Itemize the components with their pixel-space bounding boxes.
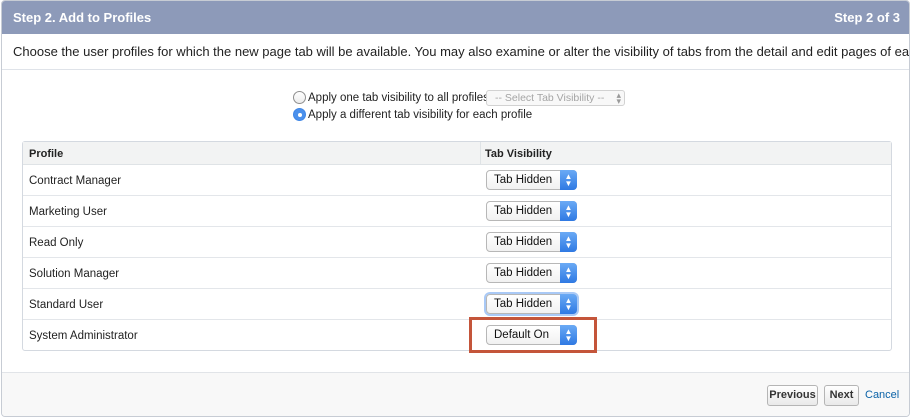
table-row: Marketing User Tab Hidden ▲ ▼ [23,196,891,227]
table-row: System Administrator Default On ▲ ▼ [23,320,891,351]
up-down-chevron-icon: ▲ ▼ [560,263,577,283]
tab-visibility-select[interactable]: Tab Hidden ▲ ▼ [486,170,577,190]
apply-one-radio[interactable] [293,91,306,104]
select-value: Tab Hidden [494,205,553,217]
tab-visibility-select[interactable]: Tab Hidden ▲ ▼ [486,263,577,283]
tab-visibility-select[interactable]: Tab Hidden ▲ ▼ [486,232,577,252]
up-down-chevron-icon: ▲ ▼ [560,232,577,252]
highlight-annotation [469,317,597,353]
apply-each-visibility-option[interactable]: Apply a different tab visibility for eac… [293,108,532,121]
apply-one-visibility-option[interactable]: Apply one tab visibility to all profiles [293,91,489,104]
step-counter: Step 2 of 3 [834,10,900,25]
select-value: Tab Hidden [494,236,553,248]
up-down-chevron-icon: ▲ ▼ [560,201,577,221]
profile-name: System Administrator [29,330,138,342]
next-button[interactable]: Next [824,385,859,406]
table-row: Solution Manager Tab Hidden ▲ ▼ [23,258,891,289]
column-divider [480,142,481,165]
select-value: Tab Hidden [494,267,553,279]
apply-one-label: Apply one tab visibility to all profiles [308,91,489,104]
tab-visibility-select[interactable]: Tab Hidden ▲ ▼ [486,294,577,314]
apply-each-label: Apply a different tab visibility for eac… [308,108,533,121]
profile-name: Contract Manager [29,175,122,187]
apply-each-radio[interactable] [293,108,306,121]
all-profiles-visibility-select[interactable]: -- Select Tab Visibility -- ▴ ▾ [486,90,625,106]
profile-name: Solution Manager [29,268,120,280]
profiles-table: Profile Tab Visibility Contract Manager … [22,141,892,351]
select-value: Tab Hidden [494,174,553,186]
tab-visibility-column-header: Tab Visibility [485,148,552,160]
up-down-chevron-icon: ▲ ▼ [560,170,577,190]
wizard-footer: Previous Next Cancel [2,372,909,416]
divider [2,69,909,70]
profile-name: Marketing User [29,206,107,218]
profile-column-header: Profile [29,148,64,160]
up-down-chevron-icon: ▴ ▾ [616,90,621,106]
table-row: Contract Manager Tab Hidden ▲ ▼ [23,165,891,196]
profile-name: Read Only [29,237,84,249]
profile-name: Standard User [29,299,104,311]
instructions-text: Choose the user profiles for which the n… [13,44,910,59]
previous-button[interactable]: Previous [767,385,818,406]
up-down-chevron-icon: ▲ ▼ [560,294,577,314]
table-row: Read Only Tab Hidden ▲ ▼ [23,227,891,258]
add-to-profiles-panel: Step 2. Add to Profiles Step 2 of 3 Choo… [1,0,910,417]
step-title: Step 2. Add to Profiles [13,10,152,25]
select-placeholder: -- Select Tab Visibility -- [495,92,605,104]
tab-visibility-select[interactable]: Tab Hidden ▲ ▼ [486,201,577,221]
table-row: Standard User Tab Hidden ▲ ▼ [23,289,891,320]
select-value: Tab Hidden [494,298,553,310]
step-header: Step 2. Add to Profiles Step 2 of 3 [2,1,909,34]
table-header-row: Profile Tab Visibility [23,142,891,165]
cancel-link[interactable]: Cancel [865,389,899,401]
